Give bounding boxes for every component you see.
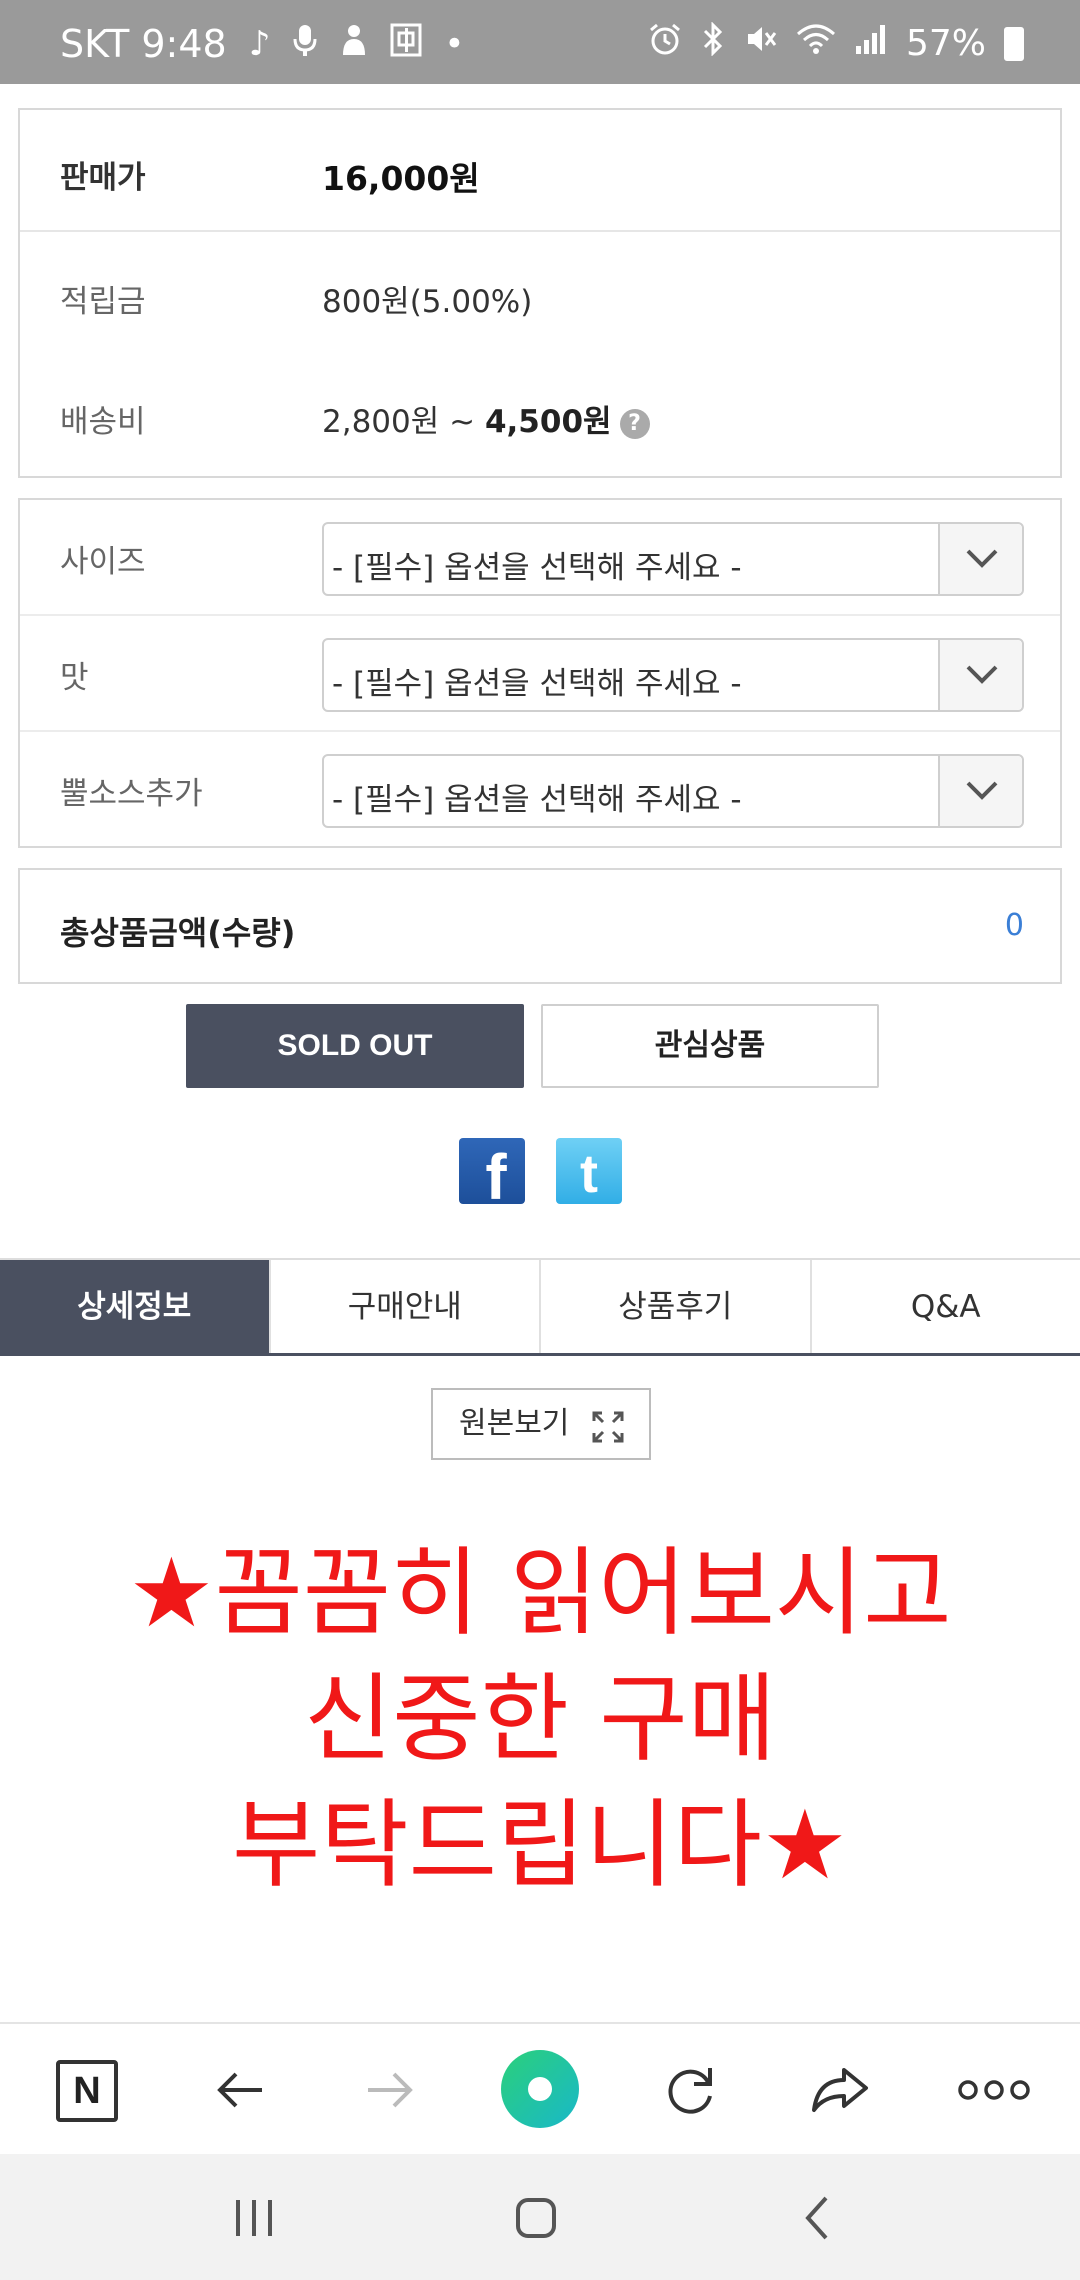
headline-line-2: 신중한 구매 xyxy=(303,1663,777,1775)
mute-icon xyxy=(744,22,778,65)
notification-dot-icon: • xyxy=(444,24,465,64)
twitter-share-icon[interactable]: t xyxy=(556,1138,622,1204)
sale-price-value: 16,000원 xyxy=(322,159,480,198)
sauce-select-value: - [필수] 옵션을 선택해 주세요 - xyxy=(332,782,742,818)
size-select-value: - [필수] 옵션을 선택해 주세요 - xyxy=(332,550,742,586)
detail-tabs: 상세정보 구매안내 상품후기 Q&A xyxy=(0,1258,1080,1356)
shipping-label: 배송비 xyxy=(60,404,146,440)
points-value: 800원(5.00%) xyxy=(322,284,533,320)
chevron-down-icon[interactable] xyxy=(938,756,1022,826)
options-box: 사이즈 - [필수] 옵션을 선택해 주세요 - 맛 - [필수] 옵션을 선택… xyxy=(18,498,1062,848)
forward-arrow-icon[interactable] xyxy=(358,2058,422,2122)
sold-out-button[interactable]: SOLD OUT xyxy=(186,1004,524,1088)
total-value: 0 xyxy=(1004,908,1024,943)
twitter-glyph: t xyxy=(580,1144,598,1204)
back-arrow-icon[interactable] xyxy=(208,2058,272,2122)
tab-qna[interactable]: Q&A xyxy=(811,1260,1080,1353)
option-label-flavor: 맛 xyxy=(60,660,89,696)
shipping-max: 4,500원 xyxy=(484,404,612,440)
tab-reviews[interactable]: 상품후기 xyxy=(541,1260,812,1353)
assistant-icon xyxy=(340,23,368,66)
more-options-icon[interactable] xyxy=(956,2058,1032,2122)
shipping-row: 배송비 2,800원 ~ 4,500원? xyxy=(20,354,1060,476)
battery-percent: 57% xyxy=(905,23,986,64)
points-label: 적립금 xyxy=(60,284,146,320)
option-row-flavor: 맛 - [필수] 옵션을 선택해 주세요 - xyxy=(20,616,1060,732)
shipping-min: 2,800원 ~ xyxy=(322,404,485,440)
help-icon[interactable]: ? xyxy=(619,408,650,439)
sale-price-label: 판매가 xyxy=(60,160,146,196)
headline-line-3: 부탁드립니다★ xyxy=(232,1789,848,1901)
share-icon[interactable] xyxy=(808,2058,872,2122)
sale-price-row: 판매가 16,000원 xyxy=(20,110,1060,232)
headline-line-1: ★꼼꼼히 읽어보시고 xyxy=(128,1537,952,1649)
chevron-down-icon[interactable] xyxy=(938,524,1022,594)
size-select[interactable]: - [필수] 옵션을 선택해 주세요 - xyxy=(322,522,1024,596)
total-label: 총상품금액(수량) xyxy=(60,914,296,952)
status-left: SKT 9:48 ♪ • xyxy=(60,22,464,66)
points-row: 적립금 800원(5.00%) xyxy=(20,234,1060,356)
facebook-share-icon[interactable]: f xyxy=(459,1138,525,1213)
flavor-select[interactable]: - [필수] 옵션을 선택해 주세요 - xyxy=(322,638,1024,712)
flavor-select-value: - [필수] 옵션을 선택해 주세요 - xyxy=(332,666,742,702)
back-icon[interactable] xyxy=(794,2194,842,2246)
option-label-sauce: 뿔소스추가 xyxy=(60,776,203,812)
carrier-time: SKT 9:48 xyxy=(60,22,227,66)
naver-home-icon[interactable]: N xyxy=(56,2060,118,2122)
music-note-icon: ♪ xyxy=(248,24,271,64)
recent-apps-icon[interactable] xyxy=(230,2194,278,2246)
wifi-icon xyxy=(796,22,836,65)
sauce-select[interactable]: - [필수] 옵션을 선택해 주세요 - xyxy=(322,754,1024,828)
option-row-size: 사이즈 - [필수] 옵션을 선택해 주세요 - xyxy=(20,500,1060,616)
option-row-sauce: 뿔소스추가 - [필수] 옵션을 선택해 주세요 - xyxy=(20,732,1060,848)
chevron-down-icon[interactable] xyxy=(938,640,1022,710)
microphone-icon xyxy=(292,23,318,66)
original-view-button[interactable]: 원본보기 xyxy=(431,1388,651,1460)
original-view-label: 원본보기 xyxy=(459,1406,570,1441)
green-window-icon[interactable] xyxy=(501,2050,579,2128)
alarm-icon xyxy=(648,22,682,65)
system-nav-bar xyxy=(0,2154,1080,2280)
home-icon[interactable] xyxy=(512,2194,560,2246)
tab-purchase-guide[interactable]: 구매안내 xyxy=(270,1260,541,1353)
wishlist-button[interactable]: 관심상품 xyxy=(541,1004,879,1088)
signal-icon xyxy=(854,22,888,65)
battery-icon xyxy=(1004,26,1024,61)
hanja-icon xyxy=(390,23,422,66)
total-price-box: 총상품금액(수량) 0 xyxy=(18,868,1062,984)
facebook-glyph: f xyxy=(485,1141,507,1213)
refresh-icon[interactable] xyxy=(658,2058,722,2122)
expand-icon xyxy=(592,1411,624,1443)
option-label-size: 사이즈 xyxy=(60,544,146,580)
browser-toolbar: N xyxy=(0,2022,1080,2154)
bluetooth-icon xyxy=(700,21,726,65)
price-info-box: 판매가 16,000원 적립금 800원(5.00%) 배송비 2,800원 ~… xyxy=(18,108,1062,478)
notice-headline: ★꼼꼼히 읽어보시고 신중한 구매 부탁드립니다★ xyxy=(0,1530,1080,1908)
tab-detail-info[interactable]: 상세정보 xyxy=(0,1260,271,1353)
shipping-value: 2,800원 ~ 4,500원? xyxy=(322,396,650,441)
status-right: 57% xyxy=(648,21,1024,65)
status-bar: SKT 9:48 ♪ • 57% xyxy=(0,0,1080,84)
